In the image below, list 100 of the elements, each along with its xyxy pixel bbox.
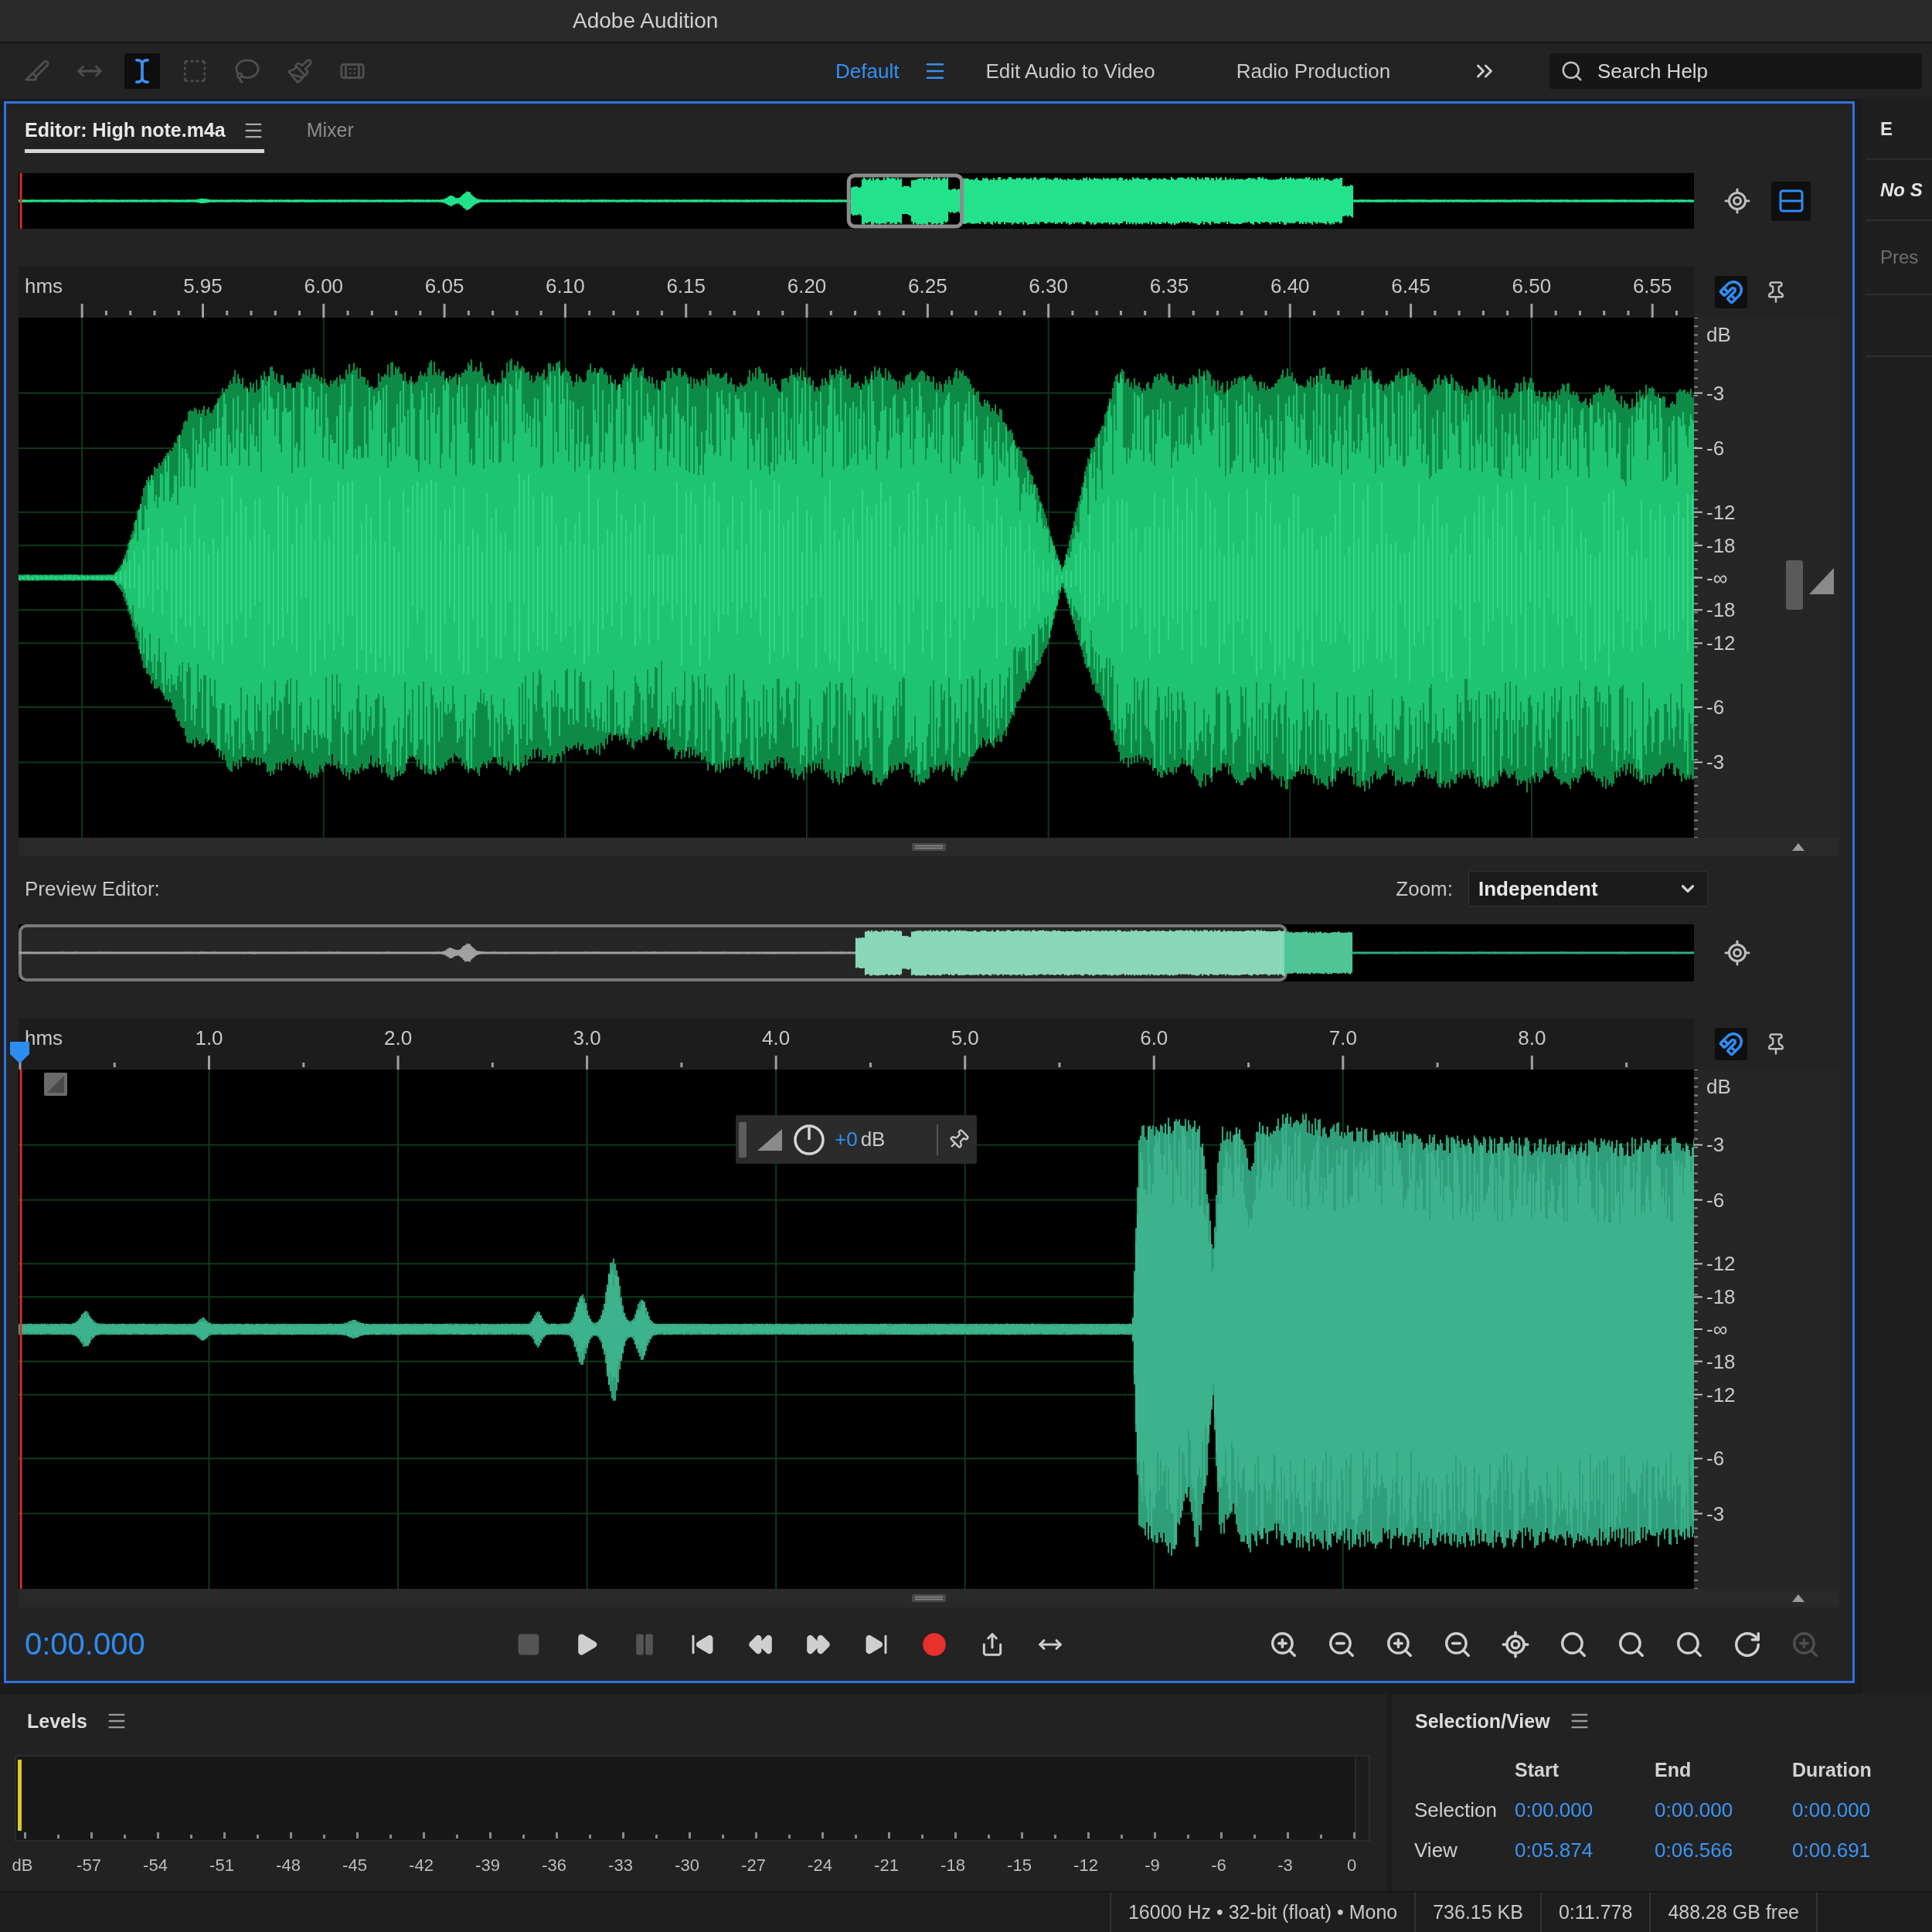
db-tick-label: -6 bbox=[1706, 436, 1725, 460]
db-unit-label: dB bbox=[1706, 1075, 1731, 1099]
time-ruler[interactable]: hms 5.95 6.00 6.05 6.10 6.15 6.20 6.25 6.30 6.35 6.40 6.45 6.50 6.55 bbox=[19, 267, 1694, 318]
time-display: 0:00.000 bbox=[25, 1627, 146, 1662]
db-tick-label: -18 bbox=[1706, 1349, 1736, 1373]
meter-scale-label: -9 bbox=[1145, 1855, 1160, 1876]
time-value[interactable]: 0:00.000 bbox=[1792, 1798, 1932, 1822]
record-icon bbox=[922, 1631, 947, 1657]
db-tick-label: -18 bbox=[1706, 1285, 1736, 1309]
column-header: Start bbox=[1515, 1758, 1560, 1781]
grip-icon[interactable] bbox=[912, 1594, 946, 1602]
time-value[interactable]: 0:05.874 bbox=[1515, 1838, 1655, 1862]
workspace-tab[interactable]: Default bbox=[835, 54, 900, 88]
ruler-tick-label: 6.50 bbox=[1512, 274, 1552, 298]
db-tick-label: -12 bbox=[1706, 631, 1736, 655]
workspace-tab[interactable]: Radio Production bbox=[1236, 54, 1391, 88]
panel-title: Selection/View bbox=[1415, 1709, 1550, 1733]
time-value[interactable]: 0:00.691 bbox=[1792, 1838, 1932, 1862]
db-tick-label: -∞ bbox=[1706, 1318, 1728, 1341]
workspace-tab[interactable]: Edit Audio to Video bbox=[985, 54, 1155, 88]
meter-scale-label: -42 bbox=[409, 1855, 434, 1876]
meter-scale-label: -18 bbox=[940, 1855, 965, 1876]
ruler-tick-label: 6.00 bbox=[304, 274, 344, 298]
ramp-icon bbox=[756, 1127, 784, 1152]
ruler-tick-label: 6.15 bbox=[666, 274, 706, 298]
meter-scale-label: -30 bbox=[675, 1855, 699, 1876]
ruler-tick-label: 5.95 bbox=[183, 274, 223, 298]
zoom-label: Zoom: bbox=[1396, 876, 1453, 901]
ruler-tick-label: 6.55 bbox=[1632, 274, 1672, 298]
magnet-icon bbox=[1719, 280, 1743, 304]
knob-icon[interactable] bbox=[793, 1123, 825, 1156]
meter-scale-label: -3 bbox=[1277, 1855, 1293, 1876]
ruler-tick-label: 8.0 bbox=[1518, 1026, 1546, 1049]
crosshair-icon[interactable] bbox=[1723, 187, 1751, 215]
meter-scale-label: -45 bbox=[342, 1855, 367, 1876]
meter-scale-label: -57 bbox=[77, 1855, 101, 1876]
db-tick-label: -12 bbox=[1706, 500, 1736, 524]
gain-unit: dB bbox=[860, 1128, 886, 1151]
ruler-unit-label: hms bbox=[25, 274, 63, 298]
view-toggle-button[interactable] bbox=[1771, 181, 1811, 221]
zoom-dropdown[interactable]: Independent bbox=[1468, 871, 1708, 906]
grip-icon[interactable] bbox=[912, 843, 946, 851]
meter-scale-label: -24 bbox=[808, 1855, 832, 1876]
ruler-tick-label: 3.0 bbox=[573, 1026, 601, 1049]
view-range-handle[interactable] bbox=[846, 173, 964, 229]
time-value[interactable]: 0:00.000 bbox=[1515, 1798, 1655, 1822]
db-tick-label: -12 bbox=[1706, 1252, 1736, 1276]
meter-scale-label: -27 bbox=[741, 1855, 766, 1876]
db-tick-label: -6 bbox=[1706, 1447, 1725, 1471]
db-tick-label: -18 bbox=[1706, 533, 1736, 557]
snap-button[interactable] bbox=[1715, 1028, 1747, 1060]
meter-scale-label: -12 bbox=[1073, 1855, 1098, 1876]
meter-scale-label: -21 bbox=[874, 1855, 899, 1876]
panel-tab[interactable]: E bbox=[1880, 117, 1893, 140]
search-icon bbox=[1560, 60, 1583, 83]
row-label: View bbox=[1414, 1838, 1458, 1862]
up-arrow-icon[interactable] bbox=[1791, 842, 1805, 852]
panel-label: Pres bbox=[1880, 247, 1919, 268]
up-arrow-icon[interactable] bbox=[1791, 1594, 1805, 1603]
ruler-unit-label: hms bbox=[25, 1026, 63, 1049]
peak-marker-icon bbox=[18, 1760, 22, 1831]
snap-button[interactable] bbox=[1715, 276, 1747, 308]
status-text: 0:11.778 bbox=[1539, 1893, 1650, 1932]
ruler-tick-label: 6.05 bbox=[424, 274, 464, 298]
lasso-icon bbox=[234, 58, 260, 84]
column-header: End bbox=[1655, 1758, 1692, 1781]
split-rectangle-icon bbox=[1778, 189, 1804, 213]
paintbrush-icon bbox=[287, 58, 313, 84]
grip-icon[interactable] bbox=[739, 1121, 747, 1158]
panel-title: Preview Editor: bbox=[25, 876, 160, 901]
amplitude-handle[interactable] bbox=[1786, 560, 1803, 611]
ruler-tick-label: 6.0 bbox=[1140, 1026, 1168, 1049]
ruler-tick-label: 5.0 bbox=[951, 1026, 979, 1049]
editor-tab[interactable]: Editor: High note.m4a bbox=[25, 119, 264, 153]
time-value[interactable]: 0:06.566 bbox=[1655, 1838, 1792, 1862]
playhead-line bbox=[19, 173, 22, 229]
ruler-tick-label: 4.0 bbox=[762, 1026, 791, 1049]
editor-tab[interactable]: Mixer bbox=[306, 119, 354, 153]
db-tick-label: -3 bbox=[1706, 750, 1725, 774]
crosshair-icon[interactable] bbox=[1723, 939, 1751, 967]
time-value[interactable]: 0:00.000 bbox=[1655, 1798, 1792, 1822]
db-unit-label: dB bbox=[1706, 323, 1731, 347]
time-ruler[interactable]: hms 1.0 2.0 3.0 4.0 5.0 6.0 7.0 8.0 bbox=[19, 1019, 1694, 1070]
ruler-tick-label: 6.25 bbox=[908, 274, 947, 298]
ruler-tick-label: 6.20 bbox=[787, 274, 827, 298]
db-tick-label: -3 bbox=[1706, 381, 1725, 405]
db-tick-label: -12 bbox=[1706, 1383, 1736, 1406]
meter-scale-label: -33 bbox=[608, 1855, 633, 1876]
ruler-tick-label: 7.0 bbox=[1328, 1026, 1357, 1049]
db-tick-label: -6 bbox=[1706, 1188, 1725, 1212]
meter-scale-label: -36 bbox=[542, 1855, 566, 1876]
tool-button[interactable] bbox=[124, 53, 160, 89]
magnet-icon bbox=[1719, 1032, 1743, 1056]
search-field[interactable]: Search Help bbox=[1549, 53, 1922, 89]
window-title: Adobe Audition bbox=[573, 9, 719, 33]
status-text: 16000 Hz • 32-bit (float) • Mono bbox=[1109, 1893, 1415, 1932]
diagonal-square-icon[interactable] bbox=[43, 1072, 68, 1097]
dashed-square-icon bbox=[182, 58, 208, 84]
ruler-tick-label: 6.45 bbox=[1391, 274, 1430, 298]
gain-value: +0 bbox=[835, 1128, 858, 1151]
